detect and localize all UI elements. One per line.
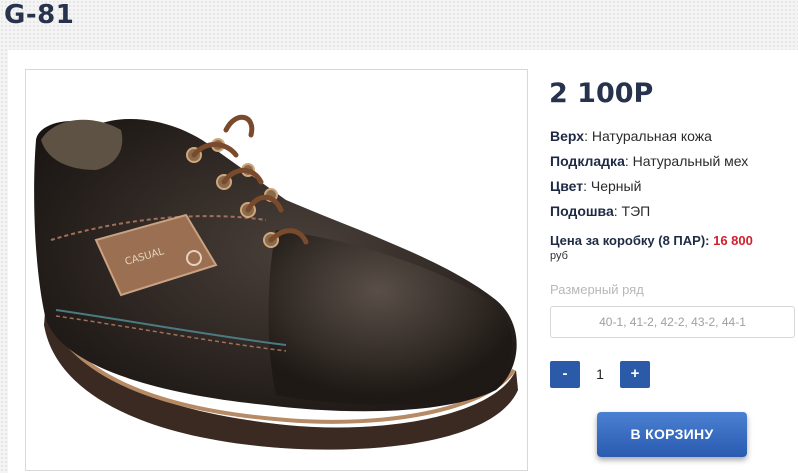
box-price-value: 16 800 (713, 233, 753, 248)
spec-value: Натуральная кожа (591, 128, 712, 144)
currency-label: руб (550, 250, 568, 262)
spec-color: Цвет: Черный (550, 178, 642, 194)
spec-value: Натуральный мех (632, 153, 749, 169)
quantity-minus-button[interactable]: - (550, 361, 580, 388)
box-price-label: Цена за коробку (8 ПАР): (550, 233, 710, 248)
size-range-label: Размерный ряд (550, 282, 644, 297)
spec-label: Подкладка (550, 153, 625, 169)
add-to-cart-button[interactable]: В КОРЗИНУ (597, 412, 747, 457)
quantity-plus-button[interactable]: + (620, 361, 650, 388)
spec-sole: Подошва: ТЭП (550, 203, 651, 219)
box-price: Цена за коробку (8 ПАР): 16 800 (550, 233, 753, 248)
quantity-value[interactable]: 1 (585, 361, 615, 388)
product-image[interactable]: CASUAL (25, 69, 528, 471)
size-range-field[interactable]: 40-1, 41-2, 42-2, 43-2, 44-1 (550, 306, 795, 338)
spec-label: Цвет (550, 178, 584, 194)
boot-illustration: CASUAL (34, 115, 518, 450)
spec-value: ТЭП (621, 203, 651, 219)
product-title: G-81 (4, 0, 75, 30)
product-card: CASUAL 2 100Р Верх: Натуральная кожа Под… (8, 50, 798, 473)
product-price: 2 100Р (549, 78, 654, 109)
spec-upper: Верх: Натуральная кожа (550, 128, 712, 144)
spec-label: Подошва (550, 203, 614, 219)
spec-label: Верх (550, 128, 585, 144)
spec-value: Черный (590, 178, 642, 194)
spec-lining: Подкладка: Натуральный мех (550, 153, 749, 169)
